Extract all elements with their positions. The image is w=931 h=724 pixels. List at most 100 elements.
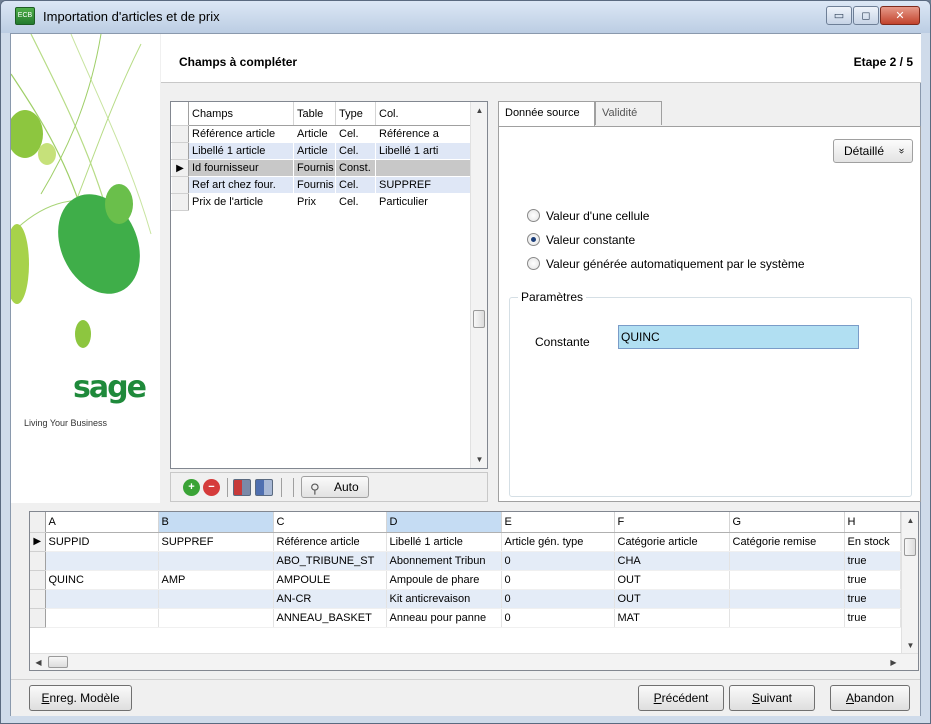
fields-vertical-scrollbar[interactable]: ▲ ▼ [470, 102, 487, 468]
data-cell[interactable]: true [844, 570, 901, 590]
remove-field-icon[interactable]: − [203, 479, 220, 496]
column-header-col[interactable]: Col. [375, 102, 471, 126]
constant-input[interactable]: QUINC [618, 325, 859, 349]
column-header-table[interactable]: Table [293, 102, 336, 126]
data-cell[interactable]: AN-CR [273, 589, 387, 609]
data-cell[interactable]: Abonnement Tribun [386, 551, 502, 571]
data-cell[interactable]: AMP [158, 570, 274, 590]
scroll-down-icon[interactable]: ▼ [471, 451, 488, 468]
field-row-selected[interactable]: ▶ Id fournisseur Fournis Const. [171, 159, 471, 177]
data-cell[interactable]: Catégorie remise [729, 532, 845, 552]
data-cell[interactable]: 0 [501, 608, 615, 628]
radio-button-icon[interactable] [527, 257, 540, 270]
data-cell[interactable] [729, 570, 845, 590]
field-row[interactable]: Référence article Article Cel. Référence… [171, 125, 471, 143]
scroll-thumb[interactable] [473, 310, 485, 328]
book-red-icon[interactable] [233, 479, 251, 496]
data-cell[interactable] [729, 589, 845, 609]
data-cell[interactable]: true [844, 551, 901, 571]
scroll-up-icon[interactable]: ▲ [902, 512, 918, 529]
data-row[interactable]: AN-CR Kit anticrevaison 0 OUT true [30, 589, 901, 609]
field-row[interactable]: Libellé 1 article Article Cel. Libellé 1… [171, 142, 471, 160]
data-cell[interactable]: 0 [501, 570, 615, 590]
row-selector[interactable] [171, 142, 189, 160]
current-row-marker-icon[interactable]: ▶ [30, 532, 46, 552]
column-header-c[interactable]: C [273, 512, 387, 533]
column-header-champs[interactable]: Champs [188, 102, 294, 126]
data-cell[interactable]: ANNEAU_BASKET [273, 608, 387, 628]
maximize-button[interactable]: ◻ [853, 6, 879, 25]
cell-champs[interactable]: Prix de l'article [189, 194, 294, 211]
save-model-button[interactable]: Enreg. Modèle [29, 685, 132, 711]
radio-button-icon[interactable] [527, 209, 540, 222]
column-header-h[interactable]: H [844, 512, 901, 533]
data-cell[interactable] [45, 589, 159, 609]
detail-button[interactable]: Détaillé » [833, 139, 913, 163]
data-cell[interactable]: Catégorie article [614, 532, 730, 552]
book-blue-icon[interactable] [255, 479, 273, 496]
data-horizontal-scrollbar[interactable]: ◀ ▶ [30, 653, 918, 670]
cell-type[interactable]: Cel. [335, 142, 376, 160]
add-field-icon[interactable]: + [183, 479, 200, 496]
data-cell[interactable] [729, 608, 845, 628]
column-header-g[interactable]: G [729, 512, 845, 533]
radio-valeur-cellule[interactable]: Valeur d'une cellule [527, 209, 649, 223]
current-row-marker-icon[interactable]: ▶ [171, 159, 189, 177]
cell-champs[interactable]: Libellé 1 article [188, 142, 294, 160]
data-cell[interactable]: Kit anticrevaison [386, 589, 502, 609]
data-cell[interactable]: true [844, 608, 901, 628]
column-header-b[interactable]: B [158, 512, 274, 533]
data-cell[interactable]: 0 [501, 589, 615, 609]
cell-table[interactable]: Fournis [293, 159, 336, 177]
data-preview-grid[interactable]: A B C D E F G H ▶ SUPPID SUPPREF Référen… [29, 511, 919, 671]
data-cell[interactable]: En stock [844, 532, 901, 552]
data-row[interactable]: ANNEAU_BASKET Anneau pour panne 0 MAT tr… [30, 608, 901, 628]
data-cell[interactable]: 0 [501, 551, 615, 571]
data-cell[interactable]: Article gén. type [501, 532, 615, 552]
scroll-thumb[interactable] [48, 656, 68, 668]
data-cell[interactable]: Libellé 1 article [386, 532, 502, 552]
data-cell[interactable]: MAT [614, 608, 730, 628]
data-cell[interactable]: OUT [614, 589, 730, 609]
data-cell[interactable]: Référence article [273, 532, 387, 552]
cell-col[interactable]: Référence a [376, 126, 471, 143]
scroll-down-icon[interactable]: ▼ [902, 637, 918, 654]
row-selector[interactable] [30, 551, 46, 571]
auto-button[interactable]: ⚲ Auto [301, 476, 369, 498]
cell-table[interactable]: Fournis [293, 176, 336, 194]
cell-type[interactable]: Cel. [335, 176, 376, 194]
data-cell[interactable]: OUT [614, 570, 730, 590]
tab-validite[interactable]: Validité [595, 101, 662, 125]
radio-valeur-constante[interactable]: Valeur constante [527, 233, 635, 247]
column-header-a[interactable]: A [45, 512, 159, 533]
previous-button[interactable]: Précédent [638, 685, 724, 711]
radio-button-checked-icon[interactable] [527, 233, 540, 246]
data-row[interactable]: ▶ SUPPID SUPPREF Référence article Libel… [30, 532, 901, 552]
field-row[interactable]: Prix de l'article Prix Cel. Particulier [171, 193, 471, 211]
data-cell[interactable] [158, 551, 274, 571]
fields-grid[interactable]: Champs Table Type Col. Référence article… [170, 101, 488, 469]
cell-col[interactable]: SUPPREF [375, 176, 471, 194]
data-cell[interactable]: CHA [614, 551, 730, 571]
close-button[interactable]: ✕ [880, 6, 920, 25]
column-header-f[interactable]: F [614, 512, 730, 533]
cell-champs[interactable]: Ref art chez four. [188, 176, 294, 194]
data-cell[interactable]: true [844, 589, 901, 609]
scroll-up-icon[interactable]: ▲ [471, 102, 488, 119]
scroll-thumb[interactable] [904, 538, 916, 556]
data-cell[interactable]: Ampoule de phare [386, 570, 502, 590]
data-cell[interactable]: AMPOULE [273, 570, 387, 590]
data-cell[interactable]: QUINC [45, 570, 159, 590]
radio-valeur-generee[interactable]: Valeur générée automatiquement par le sy… [527, 257, 805, 271]
data-cell[interactable] [45, 608, 159, 628]
title-bar[interactable]: ECB Importation d'articles et de prix ▭ … [1, 1, 930, 33]
cell-col[interactable]: Particulier [376, 194, 471, 211]
column-header-type[interactable]: Type [335, 102, 376, 126]
row-selector[interactable] [171, 125, 189, 143]
cell-table[interactable]: Article [294, 126, 336, 143]
row-selector[interactable] [171, 193, 189, 211]
minimize-button[interactable]: ▭ [826, 6, 852, 25]
data-cell[interactable]: Anneau pour panne [386, 608, 502, 628]
data-cell[interactable] [158, 608, 274, 628]
cell-champs[interactable]: Id fournisseur [188, 159, 294, 177]
